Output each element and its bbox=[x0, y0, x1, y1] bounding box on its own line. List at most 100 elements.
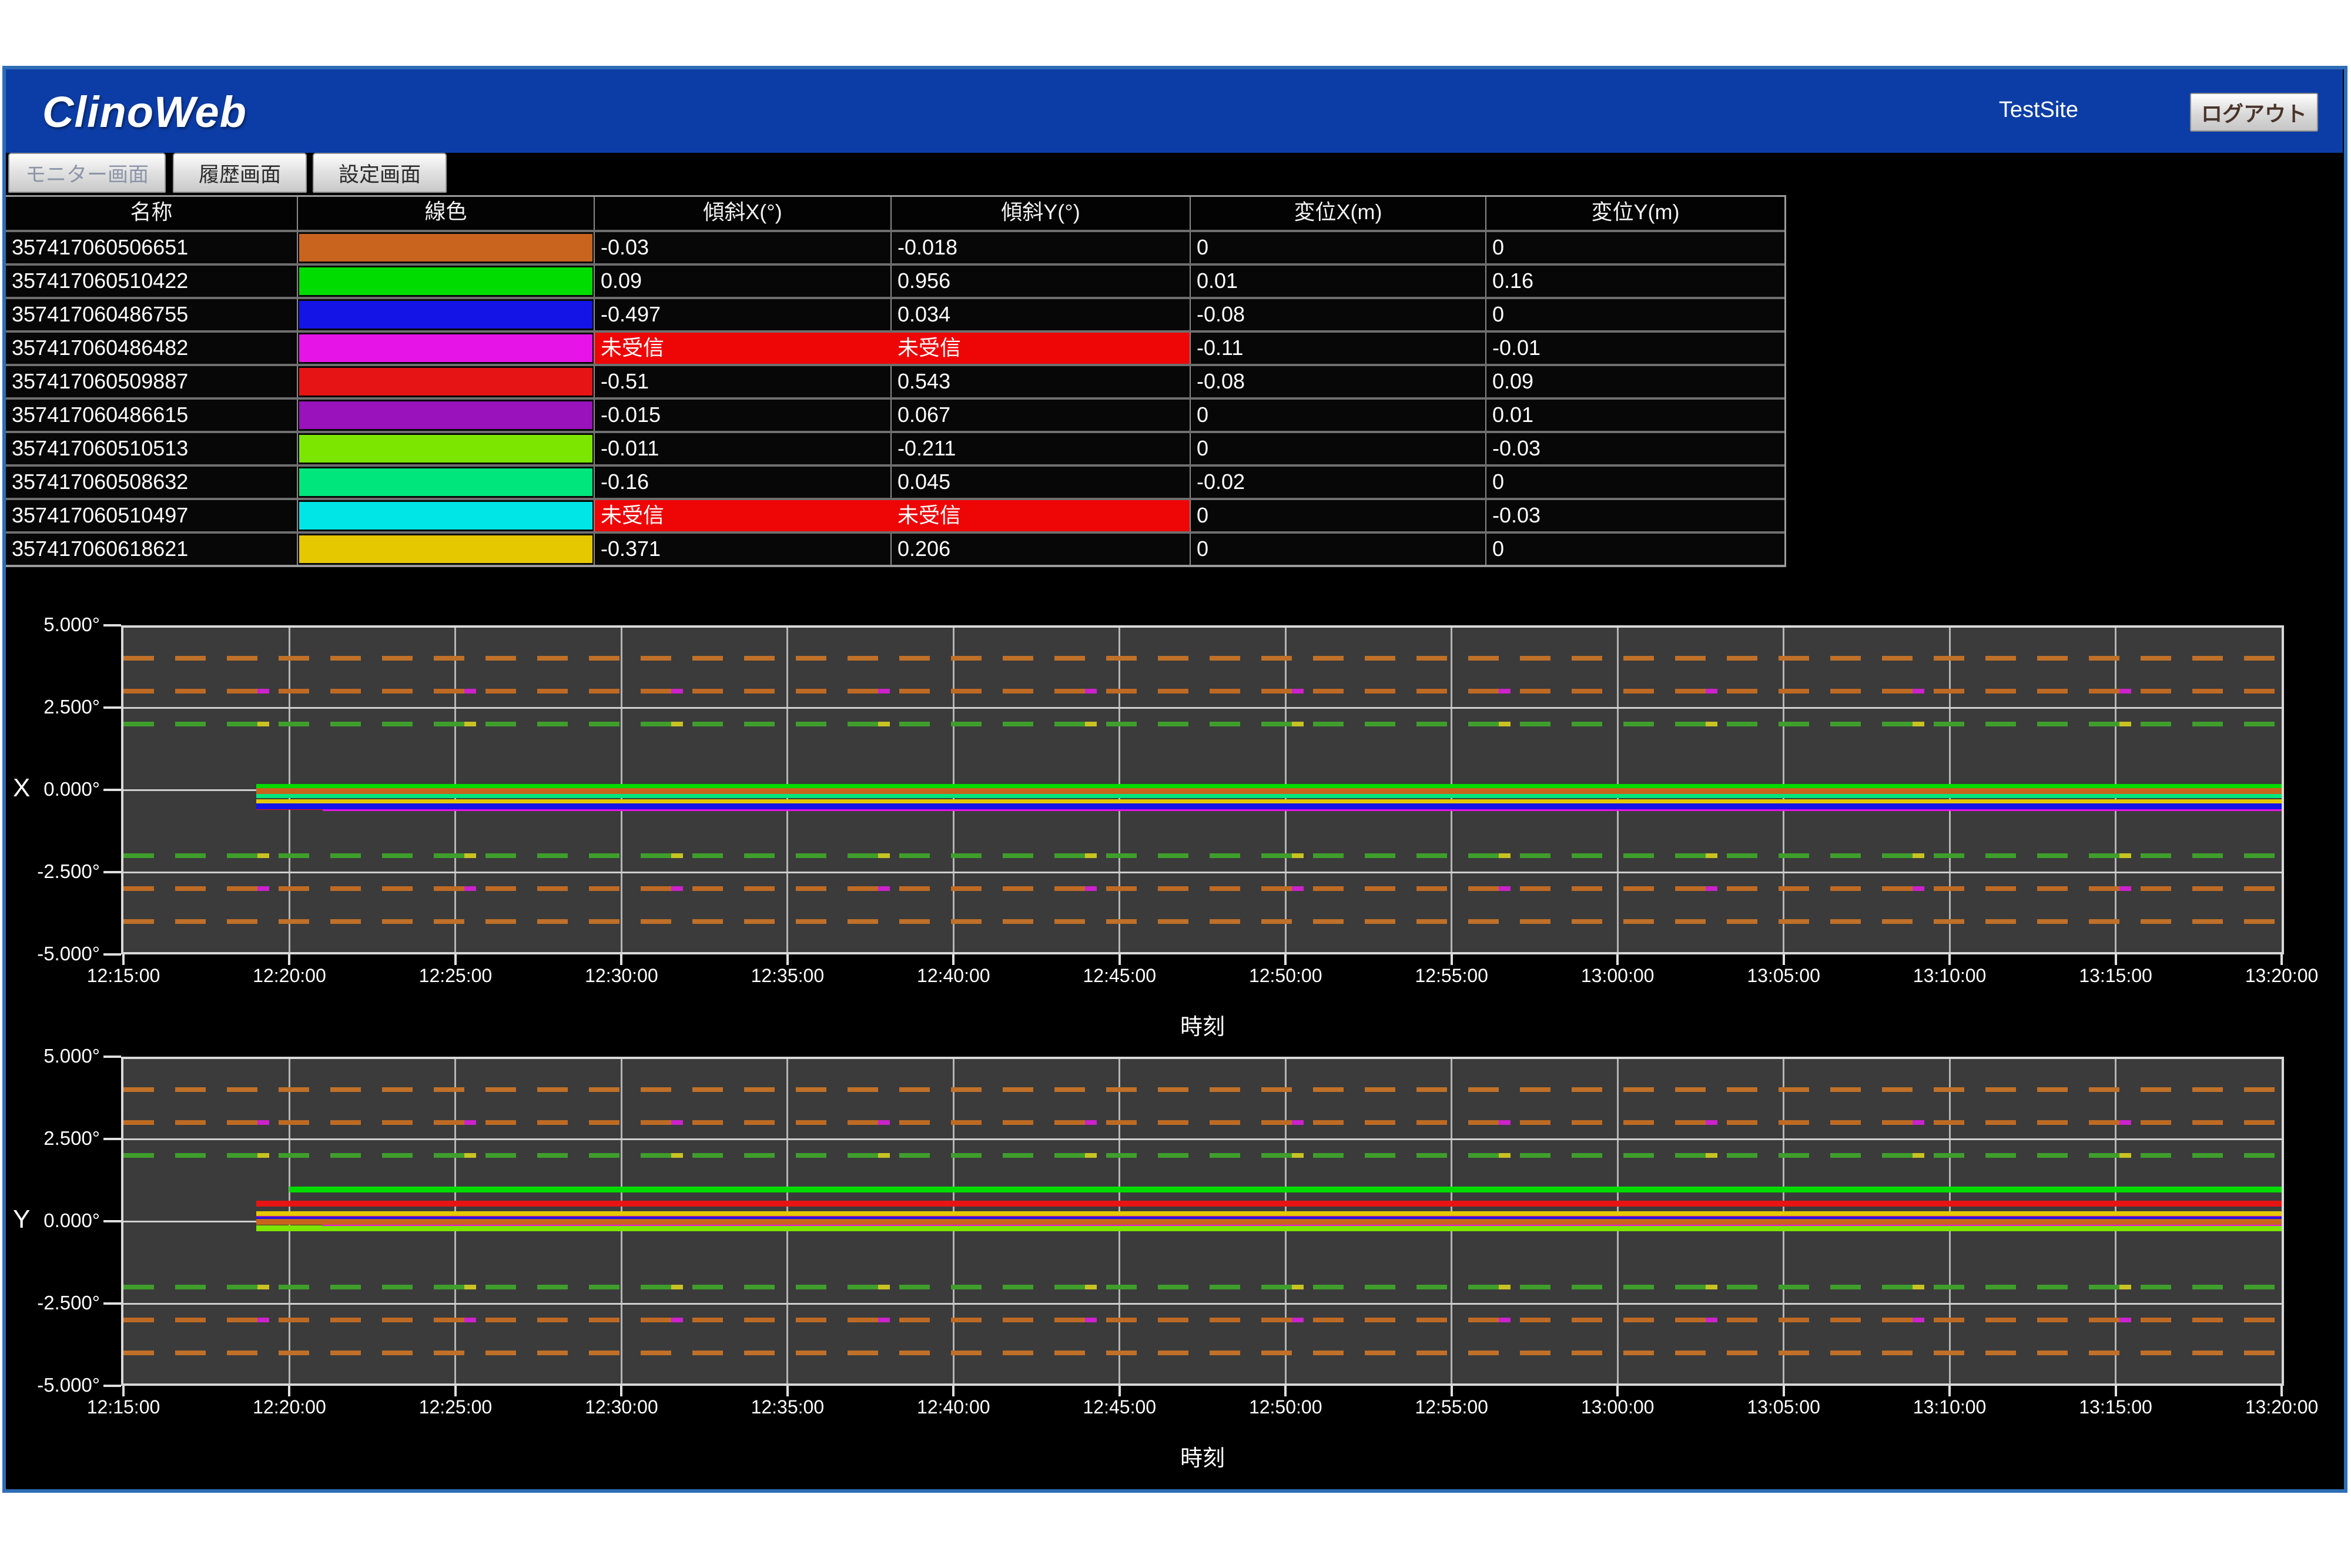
x-axis-title: 時刻 bbox=[121, 1009, 2284, 1041]
disp-x-cell: 0.01 bbox=[1191, 266, 1486, 297]
x-axis-tick-label: 13:10:00 bbox=[1879, 1396, 2020, 1418]
sensor-name-cell: 357417060486615 bbox=[6, 400, 298, 431]
line-color-cell bbox=[298, 333, 595, 364]
y-axis-tick-label: -5.000° bbox=[0, 943, 100, 965]
y-axis-tick-mark bbox=[103, 953, 121, 956]
plot-area bbox=[121, 625, 2284, 954]
column-header: 変位Y(m) bbox=[1486, 197, 1784, 230]
y-axis-tick-mark bbox=[103, 871, 121, 873]
x-axis-tick-label: 13:20:00 bbox=[2211, 965, 2351, 987]
table-row: 357417060506651-0.03-0.01800 bbox=[6, 230, 1784, 263]
column-header: 傾斜X(°) bbox=[595, 197, 892, 230]
app-logo: ClinoWeb bbox=[42, 87, 247, 137]
disp-y-cell: 0 bbox=[1486, 299, 1784, 330]
tab-history[interactable]: 履歴画面 bbox=[173, 153, 307, 193]
sensor-name-cell: 357417060506651 bbox=[6, 232, 298, 263]
x-axis-tick-mark bbox=[454, 954, 457, 965]
y-axis-tick-mark bbox=[103, 624, 121, 626]
x-axis-tick-mark bbox=[1948, 954, 1951, 965]
x-axis-tick-label: 12:50:00 bbox=[1215, 1396, 1356, 1418]
disp-y-cell: 0.09 bbox=[1486, 366, 1784, 397]
x-axis-tick-mark bbox=[952, 954, 955, 965]
x-axis-tick-mark bbox=[786, 1386, 789, 1396]
y-axis-tick-label: 2.500° bbox=[0, 1127, 100, 1150]
x-axis-tick-label: 12:45:00 bbox=[1049, 965, 1190, 987]
threshold-line bbox=[123, 1153, 2282, 1158]
x-axis-tick-label: 13:15:00 bbox=[2045, 1396, 2186, 1418]
disp-x-cell: 0 bbox=[1191, 232, 1486, 263]
y-axis-title: Y bbox=[13, 1205, 30, 1234]
no-signal-cell: 未受信未受信 bbox=[595, 500, 1191, 531]
x-axis-tick-label: 12:50:00 bbox=[1215, 965, 1356, 987]
x-axis-tick-mark bbox=[2280, 954, 2283, 965]
line-color-swatch bbox=[299, 234, 592, 262]
x-axis-tick-label: 13:15:00 bbox=[2045, 965, 2186, 987]
disp-x-cell: -0.02 bbox=[1191, 467, 1486, 498]
sensor-name-cell: 357417060508632 bbox=[6, 467, 298, 498]
tilt-x-cell: 0.09 bbox=[595, 266, 892, 297]
column-header: 傾斜Y(°) bbox=[892, 197, 1191, 230]
y-axis-title: X bbox=[13, 773, 30, 803]
tilt-y-cell: 0.206 bbox=[892, 534, 1191, 565]
table-header-row: 名称線色傾斜X(°)傾斜Y(°)変位X(m)変位Y(m) bbox=[6, 197, 1784, 230]
x-axis-tick-mark bbox=[952, 1386, 955, 1396]
x-axis-tick-mark bbox=[1284, 1386, 1287, 1396]
tilt-x-cell: -0.497 bbox=[595, 299, 892, 330]
x-axis-tick-mark bbox=[1616, 954, 1619, 965]
tab-settings[interactable]: 設定画面 bbox=[313, 153, 447, 193]
x-axis-tick-label: 12:35:00 bbox=[717, 965, 858, 987]
x-axis-tick-label: 12:40:00 bbox=[883, 1396, 1024, 1418]
sensor-table: 名称線色傾斜X(°)傾斜Y(°)変位X(m)変位Y(m) 35741706050… bbox=[6, 195, 1786, 567]
tab-monitor[interactable]: モニター画面 bbox=[8, 153, 166, 193]
x-axis-tick-mark bbox=[1948, 1386, 1951, 1396]
threshold-line bbox=[123, 1351, 2282, 1355]
logout-button[interactable]: ログアウト bbox=[2190, 93, 2318, 132]
y-axis-tick-mark bbox=[103, 1220, 121, 1222]
x-axis-tick-mark bbox=[1451, 954, 1453, 965]
disp-x-cell: 0 bbox=[1191, 400, 1486, 431]
threshold-line bbox=[123, 919, 2282, 924]
tilt-y-cell: 0.034 bbox=[892, 299, 1191, 330]
x-axis-tick-label: 12:35:00 bbox=[717, 1396, 858, 1418]
x-axis-tick-mark bbox=[288, 954, 290, 965]
threshold-line bbox=[123, 689, 2282, 693]
threshold-line bbox=[123, 1318, 2282, 1322]
tilt-x-cell: -0.015 bbox=[595, 400, 892, 431]
x-axis-tick-mark bbox=[620, 1386, 622, 1396]
sensor-name-cell: 357417060510422 bbox=[6, 266, 298, 297]
no-signal-label: 未受信 bbox=[897, 501, 961, 530]
y-axis-tick-label: 2.500° bbox=[0, 696, 100, 718]
tilt-y-cell: 0.543 bbox=[892, 366, 1191, 397]
x-axis-tick-mark bbox=[1783, 954, 1785, 965]
tab-bar: モニター画面履歴画面設定画面 bbox=[6, 153, 2343, 195]
y-axis-tick-label: -2.500° bbox=[0, 860, 100, 883]
x-axis-tick-label: 13:00:00 bbox=[1547, 965, 1688, 987]
x-axis-tick-label: 13:05:00 bbox=[1713, 1396, 1854, 1418]
x-axis-tick-label: 12:15:00 bbox=[53, 1396, 194, 1418]
table-row: 357417060486755 -0.4970.034-0.080 bbox=[6, 297, 1784, 330]
threshold-line bbox=[123, 1120, 2282, 1125]
x-axis-tick-mark bbox=[122, 954, 125, 965]
sensor-name-cell: 357417060486755 bbox=[6, 299, 298, 330]
no-signal-cell: 未受信未受信 bbox=[595, 333, 1191, 364]
x-axis-tick-label: 12:25:00 bbox=[385, 965, 526, 987]
tilt-x-cell: -0.03 bbox=[595, 232, 892, 263]
table-row: 357417060618621-0.3710.20600 bbox=[6, 531, 1784, 565]
disp-y-cell: -0.01 bbox=[1486, 333, 1784, 364]
series-line bbox=[256, 788, 2282, 794]
sensor-name-cell: 357417060618621 bbox=[6, 534, 298, 565]
disp-x-cell: 0 bbox=[1191, 534, 1486, 565]
x-axis-tick-mark bbox=[2280, 1386, 2283, 1396]
site-name-label: TestSite bbox=[1999, 98, 2078, 123]
line-color-cell bbox=[298, 299, 595, 330]
table-row: 357417060510513-0.011-0.2110-0.03 bbox=[6, 431, 1784, 464]
disp-y-cell: -0.03 bbox=[1486, 500, 1784, 531]
x-axis-tick-mark bbox=[1783, 1386, 1785, 1396]
threshold-line bbox=[123, 722, 2282, 726]
threshold-line bbox=[123, 1087, 2282, 1092]
y-axis-tick-label: 5.000° bbox=[0, 1045, 100, 1067]
x-axis-tick-mark bbox=[288, 1386, 290, 1396]
tilt-y-cell: -0.018 bbox=[892, 232, 1191, 263]
line-color-swatch bbox=[299, 535, 592, 563]
disp-x-cell: -0.08 bbox=[1191, 299, 1486, 330]
